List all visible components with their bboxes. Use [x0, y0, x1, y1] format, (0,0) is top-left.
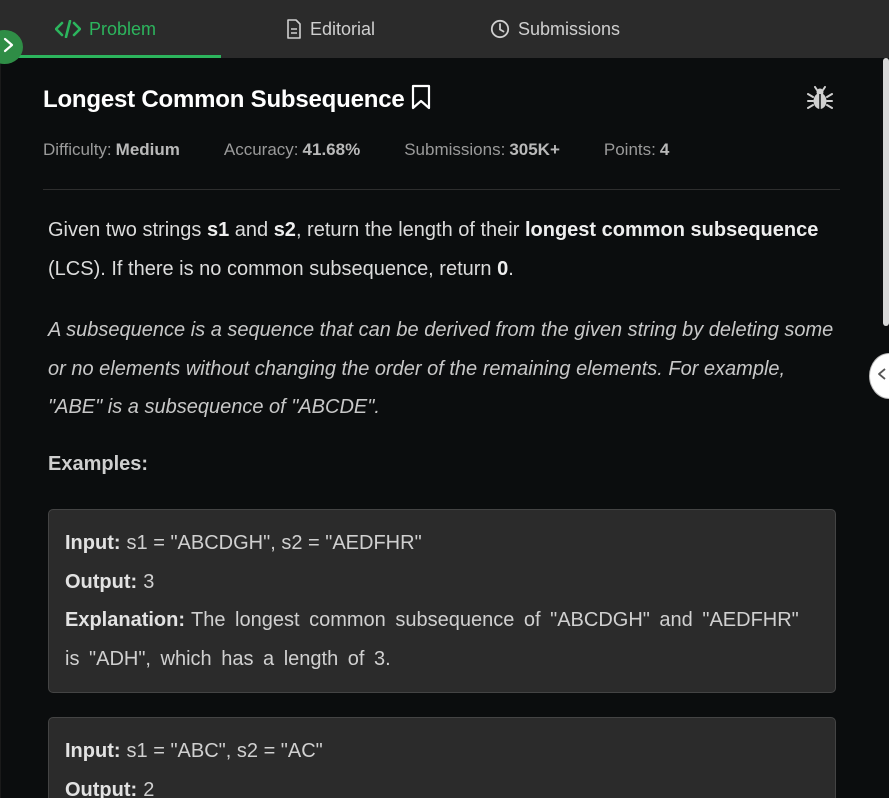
- tab-editorial-label: Editorial: [310, 18, 376, 39]
- tab-bar: Problem Editorial Submissions: [0, 0, 889, 58]
- bug-icon[interactable]: [807, 86, 833, 117]
- example-output: Output: 3: [65, 570, 155, 593]
- submissions-value: 305K+: [509, 140, 560, 159]
- page-title: Longest Common Subsequence: [43, 85, 405, 113]
- difficulty-value: Medium: [115, 140, 180, 159]
- problem-meta: Difficulty: Medium Accuracy: 41.68% Subm…: [43, 140, 669, 160]
- tab-submissions[interactable]: Submissions: [490, 0, 620, 58]
- accuracy-value: 41.68%: [302, 140, 361, 159]
- subsequence-note: A subsequence is a sequence that can be …: [48, 319, 834, 418]
- tab-problem-label: Problem: [89, 18, 157, 39]
- accuracy-label: Accuracy:: [223, 140, 299, 159]
- example-input: Input: s1 = "ABC", s2 = "AC": [65, 740, 323, 762]
- chevron-left-icon: [876, 367, 888, 386]
- points-value: 4: [659, 140, 670, 159]
- submissions-label: Submissions:: [404, 140, 506, 159]
- tab-problem[interactable]: Problem: [55, 0, 156, 58]
- problem-description: Given two strings s1 and s2, return the …: [48, 219, 819, 280]
- examples-heading: Examples:: [48, 453, 149, 475]
- accuracy: Accuracy: 41.68%: [224, 140, 360, 160]
- scrollbar-thumb[interactable]: [883, 58, 889, 326]
- points-label: Points:: [603, 140, 656, 159]
- tab-submissions-label: Submissions: [518, 18, 621, 39]
- difficulty: Difficulty: Medium: [43, 140, 180, 160]
- tab-editorial[interactable]: Editorial: [286, 0, 375, 58]
- code-icon: [55, 20, 81, 38]
- example-output: Output: 2: [65, 778, 155, 798]
- document-icon: [286, 19, 302, 39]
- bookmark-icon[interactable]: [411, 84, 431, 115]
- points: Points: 4: [604, 140, 669, 160]
- example-box: Input: s1 = "ABCDGH", s2 = "AEDFHR" Outpu…: [48, 509, 836, 693]
- difficulty-label: Difficulty:: [43, 140, 112, 159]
- example-explanation: Explanation: The longest common subsequen…: [65, 609, 799, 670]
- submissions-count: Submissions: 305K+: [404, 140, 560, 160]
- title-row: Longest Common Subsequence: [43, 84, 431, 115]
- divider: [43, 189, 840, 190]
- problem-panel: Longest Common Subsequence Difficulty: M…: [0, 58, 883, 798]
- clock-icon: [490, 19, 510, 39]
- chevron-right-icon: [3, 37, 15, 58]
- example-input: Input: s1 = "ABCDGH", s2 = "AEDFHR": [65, 532, 422, 554]
- example-box: Input: s1 = "ABC", s2 = "AC" Output: 2: [48, 717, 836, 798]
